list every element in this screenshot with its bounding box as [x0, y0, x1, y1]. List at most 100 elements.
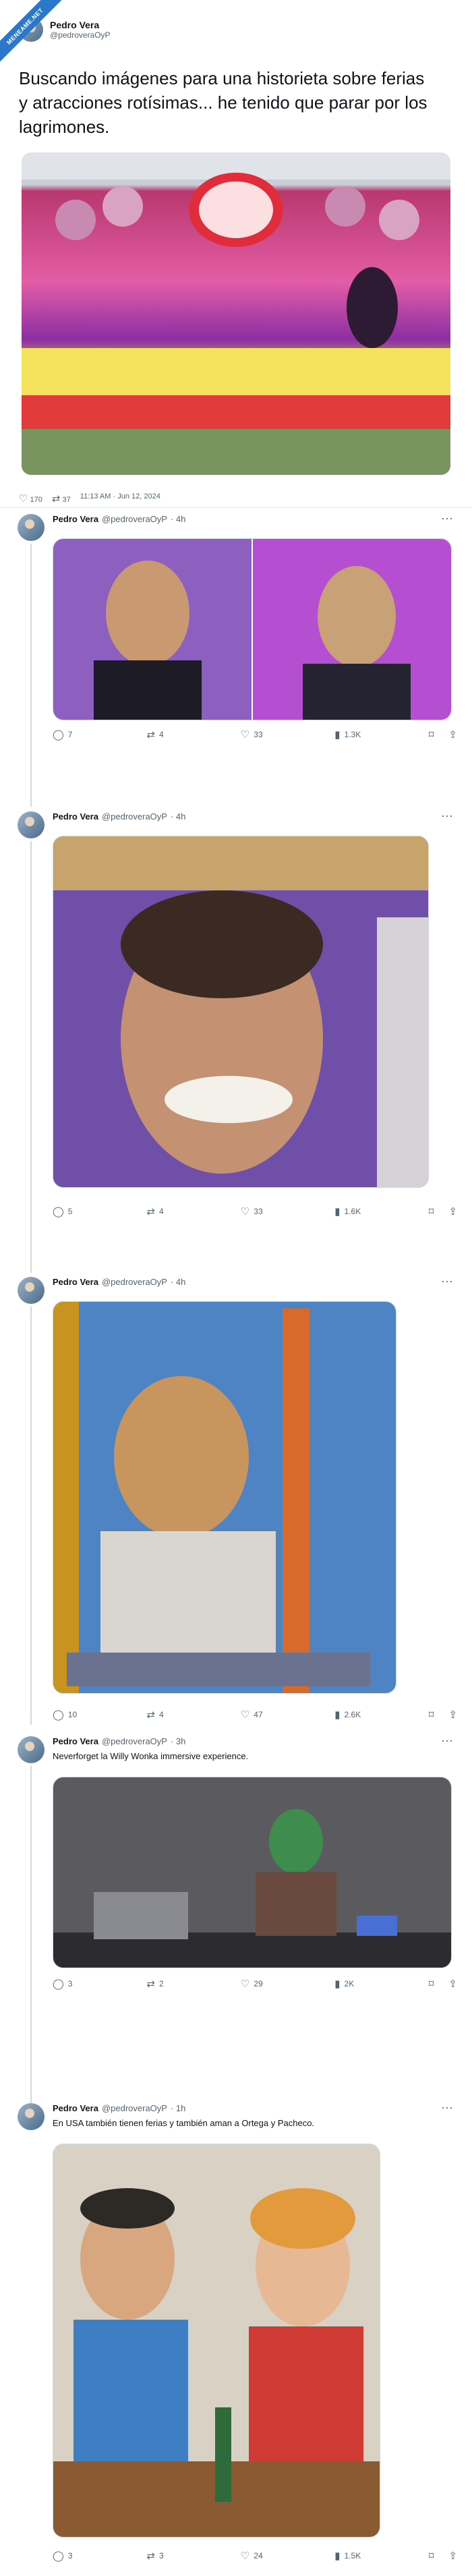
reply-actions: ◯ 7 ⇄ 4 ♡ 33 ▮ 1.3K ⌑ ⇪ [53, 728, 457, 741]
like-button[interactable]: ♡ 33 [241, 728, 281, 741]
reply-header: Pedro Vera @pedroveraOyP · 3h [53, 1736, 185, 1746]
like-button[interactable]: ♡ 33 [241, 1205, 281, 1218]
share-icon[interactable]: ⇪ [448, 1978, 457, 1990]
like-button[interactable]: ♡ 47 [241, 1709, 281, 1721]
author-name[interactable]: Pedro Vera [53, 1277, 98, 1287]
reply-header: Pedro Vera @pedroveraOyP · 4h [53, 514, 185, 524]
author-name[interactable]: Pedro Vera [53, 811, 98, 822]
more-icon[interactable]: ··· [441, 809, 453, 823]
bookmark-icon[interactable]: ⌑ [429, 1205, 434, 1218]
retweet-button[interactable]: ⇄ 2 [146, 1978, 187, 1990]
comment-button[interactable]: ◯ 7 [53, 728, 93, 741]
heart-icon: ♡ [240, 1206, 250, 1218]
divider [0, 507, 472, 508]
author-handle[interactable]: @pedroveraOyP [102, 514, 167, 524]
author-name[interactable]: Pedro Vera [53, 514, 98, 524]
bookmark-icon[interactable]: ⌑ [429, 1709, 434, 1721]
retweet-button[interactable]: ⇄ 4 [146, 728, 187, 741]
like-button[interactable]: ♡ 24 [241, 2550, 281, 2562]
main-tweet: Pedro Vera @pedroveraOyP Buscando imágen… [19, 12, 457, 505]
reply-time[interactable]: · 4h [171, 514, 185, 524]
views-button[interactable]: ▮ 2.6K [334, 1709, 375, 1721]
avatar[interactable] [18, 514, 45, 541]
retweet-icon: ⇄ [146, 2550, 155, 2562]
share-icon[interactable]: ⇪ [448, 728, 457, 741]
thread-line [30, 1307, 32, 1725]
views-icon: ▮ [334, 1206, 341, 1218]
heart-icon: ♡ [19, 493, 28, 505]
views-icon: ▮ [334, 2550, 341, 2562]
author-name[interactable]: Pedro Vera [53, 2103, 98, 2113]
views-icon: ▮ [334, 1978, 341, 1990]
avatar[interactable] [18, 1277, 45, 1304]
corner-badge: MENEAME.NET [0, 0, 74, 74]
comment-button[interactable]: ◯ 3 [53, 2550, 93, 2562]
views-icon: ▮ [334, 729, 341, 741]
views-button[interactable]: ▮ 1.6K [334, 1205, 375, 1218]
comment-button[interactable]: ◯ 10 [53, 1709, 93, 1721]
reply-image-painted-couple[interactable] [53, 2144, 380, 2538]
thread-line [30, 544, 32, 807]
reply-actions: ◯ 10 ⇄ 4 ♡ 47 ▮ 2.6K ⌑ ⇪ [53, 1709, 457, 1721]
retweet-icon: ⇄ [146, 1978, 155, 1990]
author-handle[interactable]: @pedroveraOyP [102, 1277, 167, 1287]
heart-icon: ♡ [240, 729, 250, 741]
like-count[interactable]: ♡ 170 [19, 492, 42, 505]
author-handle[interactable]: @pedroveraOyP [102, 2103, 167, 2113]
retweet-count[interactable]: ⇄ 37 [52, 492, 71, 505]
reply-time[interactable]: · 1h [171, 2103, 185, 2113]
tweet-meta: ♡ 170 ⇄ 37 11:13 AM · Jun 12, 2024 [19, 492, 160, 505]
retweet-icon: ⇄ [51, 493, 61, 505]
more-icon[interactable]: ··· [441, 511, 453, 525]
badge-text: MENEAME.NET [0, 0, 66, 67]
views-button[interactable]: ▮ 2K [334, 1978, 375, 1990]
more-icon[interactable]: ··· [441, 1274, 453, 1288]
avatar[interactable] [18, 2103, 45, 2130]
retweet-icon: ⇄ [146, 1709, 155, 1721]
reply-image-willy-wonka[interactable] [53, 1777, 452, 1968]
views-button[interactable]: ▮ 1.5K [334, 2550, 375, 2562]
bookmark-icon[interactable]: ⌑ [429, 2550, 434, 2562]
author-handle[interactable]: @pedroveraOyP [102, 1736, 167, 1746]
comment-button[interactable]: ◯ 3 [53, 1978, 93, 1990]
retweet-button[interactable]: ⇄ 3 [146, 2550, 187, 2562]
tweet-image-fair-ride[interactable] [22, 152, 450, 475]
reply-header: Pedro Vera @pedroveraOyP · 4h [53, 1277, 185, 1287]
thread-line [30, 1766, 32, 2103]
heart-icon: ♡ [240, 1709, 250, 1721]
more-icon[interactable]: ··· [441, 1734, 453, 1748]
reply-image-portraits[interactable] [53, 538, 452, 720]
thread-line [30, 841, 32, 1273]
comment-button[interactable]: ◯ 5 [53, 1205, 93, 1218]
author-name[interactable]: Pedro Vera [53, 1736, 98, 1746]
avatar[interactable] [18, 811, 45, 838]
bookmark-icon[interactable]: ⌑ [429, 728, 434, 741]
heart-icon: ♡ [240, 1978, 250, 1990]
author-handle[interactable]: @pedroveraOyP [102, 811, 167, 822]
reply-image-painted-man[interactable] [53, 1301, 396, 1694]
reply-header: Pedro Vera @pedroveraOyP · 1h [53, 2103, 185, 2113]
retweet-button[interactable]: ⇄ 4 [146, 1205, 187, 1218]
like-button[interactable]: ♡ 29 [241, 1978, 281, 1990]
reply-header: Pedro Vera @pedroveraOyP · 4h [53, 811, 185, 822]
retweet-button[interactable]: ⇄ 4 [146, 1709, 187, 1721]
retweet-icon: ⇄ [146, 729, 155, 741]
reply-time[interactable]: · 3h [171, 1736, 185, 1746]
retweet-icon: ⇄ [146, 1206, 155, 1218]
heart-icon: ♡ [240, 2550, 250, 2562]
avatar[interactable] [18, 1736, 45, 1763]
share-icon[interactable]: ⇪ [448, 1709, 457, 1721]
reply-time[interactable]: · 4h [171, 1277, 185, 1287]
comment-icon: ◯ [53, 1206, 64, 1218]
reply-image-painted-face[interactable] [53, 836, 429, 1188]
tweet-text: Buscando imágenes para una historieta so… [19, 68, 427, 137]
views-button[interactable]: ▮ 1.3K [334, 728, 375, 741]
more-icon[interactable]: ··· [441, 2100, 453, 2115]
bookmark-icon[interactable]: ⌑ [429, 1978, 434, 1990]
main-author[interactable]: Pedro Vera @pedroveraOyP [19, 12, 457, 47]
share-icon[interactable]: ⇪ [448, 1205, 457, 1218]
share-icon[interactable]: ⇪ [448, 2550, 457, 2562]
timestamp[interactable]: 11:13 AM · Jun 12, 2024 [80, 492, 160, 505]
comment-icon: ◯ [53, 729, 64, 741]
reply-time[interactable]: · 4h [171, 811, 185, 822]
